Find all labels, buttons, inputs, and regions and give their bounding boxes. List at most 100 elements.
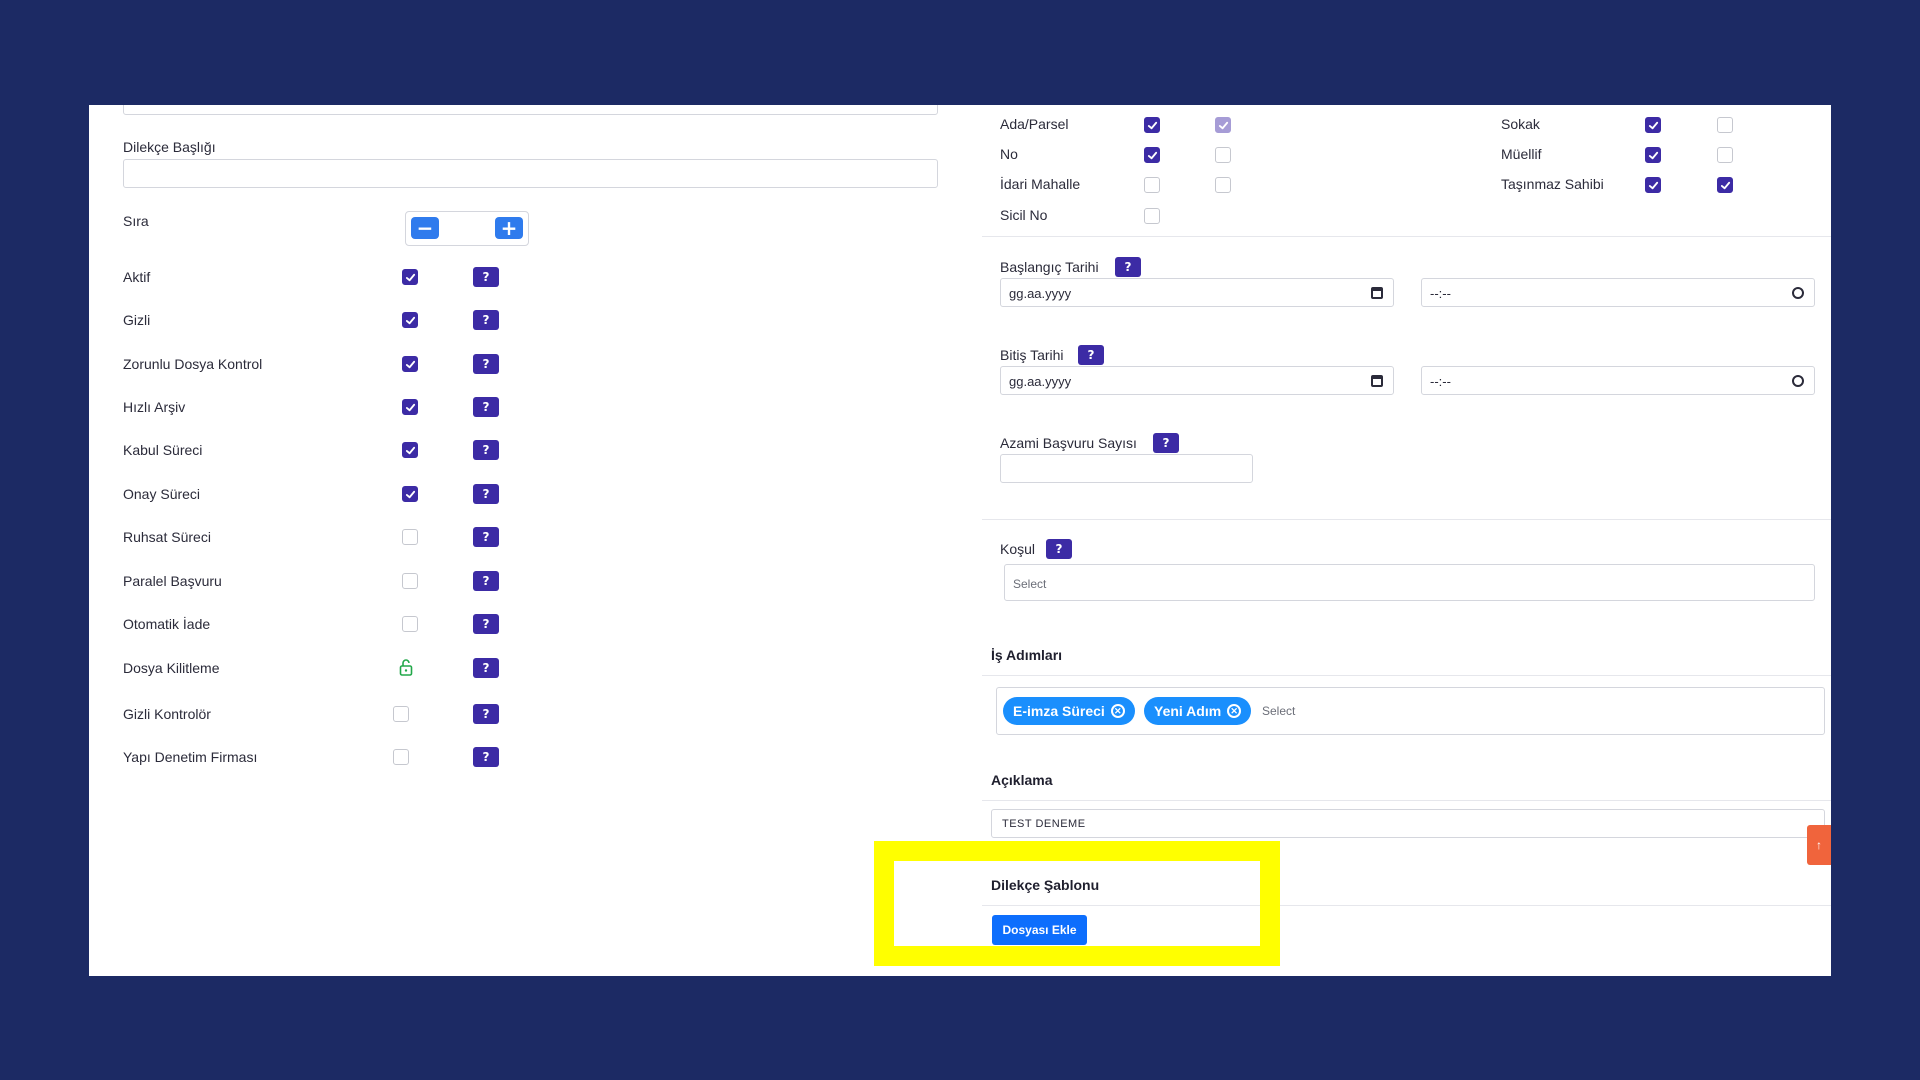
help-icon-paralel-basvuru[interactable]: ? [473, 571, 499, 591]
remove-tag-icon[interactable]: ✕ [1227, 704, 1242, 718]
top-cut-input[interactable] [123, 105, 938, 115]
field-label-i-dari-mahalle: İdari Mahalle [1000, 176, 1081, 192]
checkbox-sokak-2[interactable] [1717, 117, 1733, 133]
sira-plus-button[interactable]: + [495, 217, 523, 239]
help-icon-dosya-kilitleme[interactable]: ? [473, 658, 499, 678]
clock-icon[interactable] [1792, 287, 1804, 299]
baslangic-help-icon[interactable]: ? [1115, 257, 1141, 277]
kosul-label: Koşul [1000, 541, 1036, 557]
row-label-gizli-kontrolor: Gizli Kontrolör [123, 706, 211, 722]
bitis-help-icon[interactable]: ? [1078, 345, 1104, 365]
baslangic-tarihi-label: Başlangıç Tarihi [1000, 259, 1099, 275]
row-label-zorunlu-dosya-kontrol: Zorunlu Dosya Kontrol [123, 356, 263, 372]
checkbox-muellif-1[interactable] [1645, 147, 1661, 163]
divider [982, 800, 1831, 801]
checkbox-zorunlu-dosya-kontrol[interactable] [402, 356, 418, 372]
sira-label: Sıra [123, 213, 149, 229]
row-label-dosya-kilitleme: Dosya Kilitleme [123, 660, 220, 676]
checkbox-ruhsat-sureci[interactable] [402, 529, 418, 545]
row-label-gizli: Gizli [123, 312, 151, 328]
scroll-to-top-button[interactable]: ↑ [1807, 825, 1831, 865]
checkbox-otomatik-i-ade[interactable] [402, 616, 418, 632]
sira-stepper: − + [405, 211, 529, 246]
help-icon-hizli-arsiv[interactable]: ? [473, 397, 499, 417]
calendar-icon[interactable] [1371, 375, 1383, 387]
help-icon-zorunlu-dosya-kontrol[interactable]: ? [473, 354, 499, 374]
checkbox-gizli-kontrolor[interactable] [393, 706, 409, 722]
row-label-hizli-arsiv: Hızlı Arşiv [123, 399, 186, 415]
checkbox-paralel-basvuru[interactable] [402, 573, 418, 589]
row-label-aktif: Aktif [123, 269, 151, 285]
aciklama-value: TEST DENEME [1002, 818, 1086, 830]
help-icon-yapi-denetim-firmasi[interactable]: ? [473, 747, 499, 767]
checkbox-gizli[interactable] [402, 312, 418, 328]
row-label-ruhsat-sureci: Ruhsat Süreci [123, 529, 211, 545]
tag-e-imza-sureci[interactable]: E-imza Süreci ✕ [1003, 697, 1135, 725]
checkbox-ada-parsel-2 [1215, 117, 1231, 133]
time-placeholder: --:-- [1430, 374, 1451, 389]
row-label-paralel-basvuru: Paralel Başvuru [123, 573, 222, 589]
remove-tag-icon[interactable]: ✕ [1110, 704, 1125, 718]
checkbox-hizli-arsiv[interactable] [402, 399, 418, 415]
bitis-date-input[interactable]: gg.aa.yyyy [1000, 366, 1394, 395]
checkbox-i-dari-mahalle-2[interactable] [1215, 177, 1231, 193]
checkbox-no-2[interactable] [1215, 147, 1231, 163]
help-icon-otomatik-i-ade[interactable]: ? [473, 614, 499, 634]
help-icon-kabul-sureci[interactable]: ? [473, 440, 499, 460]
calendar-icon[interactable] [1371, 287, 1383, 299]
aciklama-input[interactable]: TEST DENEME [991, 809, 1825, 838]
dilekce-basligi-input[interactable] [123, 159, 938, 188]
kosul-select[interactable]: Select [1004, 564, 1815, 601]
checkbox-onay-sureci[interactable] [402, 486, 418, 502]
bitis-tarihi-label: Bitiş Tarihi [1000, 347, 1064, 363]
date-placeholder: gg.aa.yyyy [1009, 374, 1072, 389]
row-label-yapi-denetim-firmasi: Yapı Denetim Firması [123, 749, 258, 765]
row-label-onay-sureci: Onay Süreci [123, 486, 201, 502]
is-adimlari-multiselect[interactable]: E-imza Süreci ✕ Yeni Adım ✕ Select [996, 687, 1825, 735]
azami-basvuru-input[interactable] [1000, 454, 1253, 483]
baslangic-date-input[interactable]: gg.aa.yyyy [1000, 278, 1394, 307]
highlight-box [874, 841, 1280, 966]
time-placeholder: --:-- [1430, 286, 1451, 301]
help-icon-gizli[interactable]: ? [473, 310, 499, 330]
kosul-select-placeholder: Select [1013, 577, 1047, 591]
is-adimlari-placeholder: Select [1262, 704, 1296, 718]
dilekce-basligi-label: Dilekçe Başlığı [123, 139, 216, 155]
checkbox-aktif[interactable] [402, 269, 418, 285]
checkbox-no-1[interactable] [1144, 147, 1160, 163]
help-icon-aktif[interactable]: ? [473, 267, 499, 287]
clock-icon[interactable] [1792, 375, 1804, 387]
bitis-time-input[interactable]: --:-- [1421, 366, 1815, 395]
field-label-ada-parsel: Ada/Parsel [1000, 116, 1069, 132]
checkbox-sicil-no-1[interactable] [1144, 208, 1160, 224]
is-adimlari-heading: İş Adımları [991, 647, 1063, 663]
checkbox-ada-parsel-1[interactable] [1144, 117, 1160, 133]
checkbox-sokak-1[interactable] [1645, 117, 1661, 133]
divider [982, 519, 1831, 520]
baslangic-time-input[interactable]: --:-- [1421, 278, 1815, 307]
checkbox-yapi-denetim-firmasi[interactable] [393, 749, 409, 765]
checkbox-kabul-sureci[interactable] [402, 442, 418, 458]
tag-label: E-imza Süreci [1013, 703, 1105, 719]
help-icon-ruhsat-sureci[interactable]: ? [473, 527, 499, 547]
help-icon-onay-sureci[interactable]: ? [473, 484, 499, 504]
checkbox-muellif-2[interactable] [1717, 147, 1733, 163]
divider [982, 236, 1831, 237]
row-label-kabul-sureci: Kabul Süreci [123, 442, 203, 458]
sira-minus-button[interactable]: − [411, 217, 439, 239]
field-label-sokak: Sokak [1501, 116, 1540, 132]
checkbox-tasinmaz-sahibi-2[interactable] [1717, 177, 1733, 193]
field-label-sicil-no: Sicil No [1000, 207, 1048, 223]
unlock-icon[interactable] [399, 658, 413, 676]
field-label-muellif: Müellif [1501, 146, 1542, 162]
tag-label: Yeni Adım [1154, 703, 1222, 719]
azami-basvuru-label: Azami Başvuru Sayısı [1000, 435, 1137, 451]
checkbox-i-dari-mahalle-1[interactable] [1144, 177, 1160, 193]
checkbox-tasinmaz-sahibi-1[interactable] [1645, 177, 1661, 193]
help-icon-gizli-kontrolor[interactable]: ? [473, 704, 499, 724]
field-label-no: No [1000, 146, 1018, 162]
azami-help-icon[interactable]: ? [1153, 433, 1179, 453]
kosul-help-icon[interactable]: ? [1046, 539, 1072, 559]
tag-yeni-adim[interactable]: Yeni Adım ✕ [1144, 697, 1252, 725]
row-label-otomatik-i-ade: Otomatik İade [123, 616, 211, 632]
